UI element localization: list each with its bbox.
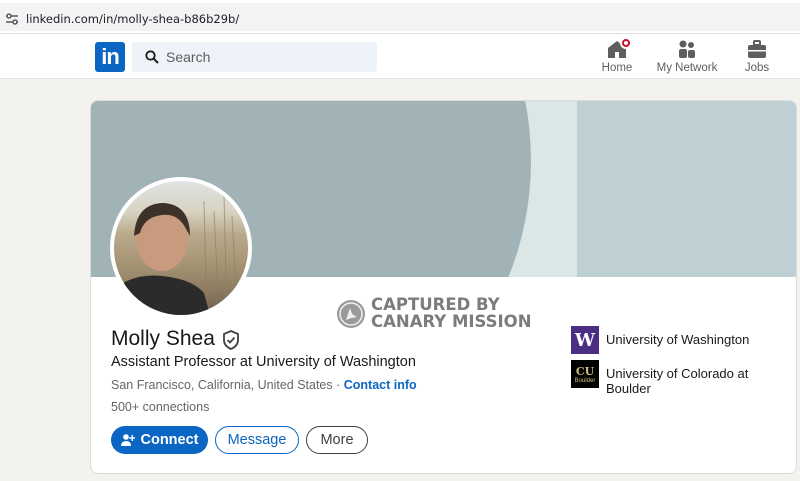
verified-shield-icon[interactable] xyxy=(222,330,240,350)
nav-item-label: My Network xyxy=(656,62,718,74)
education-name: University of Washington xyxy=(606,332,750,347)
top-nav: in Search Home My Network Jobs xyxy=(0,34,800,79)
nav-item-my-network[interactable]: My Network xyxy=(655,38,719,74)
separator: · xyxy=(332,378,344,392)
profile-photo xyxy=(114,181,248,315)
briefcase-icon xyxy=(740,38,774,60)
search-icon xyxy=(145,50,159,64)
profile-headline: Assistant Professor at University of Was… xyxy=(111,354,416,370)
add-person-icon xyxy=(120,434,135,446)
nav-item-home[interactable]: Home xyxy=(598,37,636,74)
watermark-line-1: CAPTURED BY xyxy=(371,295,500,314)
education-name: University of Colorado at Boulder xyxy=(606,366,749,396)
search-placeholder: Search xyxy=(166,49,211,65)
banner-panel xyxy=(577,101,796,277)
connect-label: Connect xyxy=(140,432,199,448)
more-button[interactable]: More xyxy=(306,426,368,454)
url-text: linkedin.com/in/molly-shea-b86b29b/ xyxy=(26,12,240,26)
people-icon xyxy=(655,38,719,60)
university-of-colorado-logo: CU Boulder xyxy=(571,360,599,388)
linkedin-logo[interactable]: in xyxy=(95,42,125,72)
nav-item-label: Home xyxy=(601,62,633,74)
watermark-text: CAPTURED BY CANARY MISSION xyxy=(371,296,532,330)
watermark-line-2: CANARY MISSION xyxy=(371,312,532,331)
browser-address-bar: linkedin.com/in/molly-shea-b86b29b/ xyxy=(0,0,800,34)
url-field[interactable]: linkedin.com/in/molly-shea-b86b29b/ xyxy=(0,3,800,31)
cu-logo-text: Boulder xyxy=(574,377,596,384)
nav-item-label: Jobs xyxy=(744,62,770,74)
search-input[interactable]: Search xyxy=(132,42,377,72)
contact-info-link[interactable]: Contact info xyxy=(344,378,417,392)
connect-button[interactable]: Connect xyxy=(111,426,208,454)
site-settings-icon[interactable] xyxy=(5,12,19,26)
home-icon xyxy=(598,37,636,60)
profile-name: Molly Shea xyxy=(111,327,215,350)
cu-logo-mark: CU xyxy=(575,364,595,378)
avatar[interactable] xyxy=(110,177,252,319)
notification-badge xyxy=(620,37,632,49)
university-of-washington-logo: W xyxy=(571,326,599,354)
nav-item-jobs[interactable]: Jobs xyxy=(740,38,774,74)
message-button[interactable]: Message xyxy=(215,426,299,454)
profile-location: San Francisco, California, United States xyxy=(111,378,333,392)
canary-mission-icon xyxy=(337,300,365,328)
connections-count[interactable]: 500+ connections xyxy=(111,400,209,414)
profile-location-line: San Francisco, California, United States… xyxy=(111,378,417,392)
